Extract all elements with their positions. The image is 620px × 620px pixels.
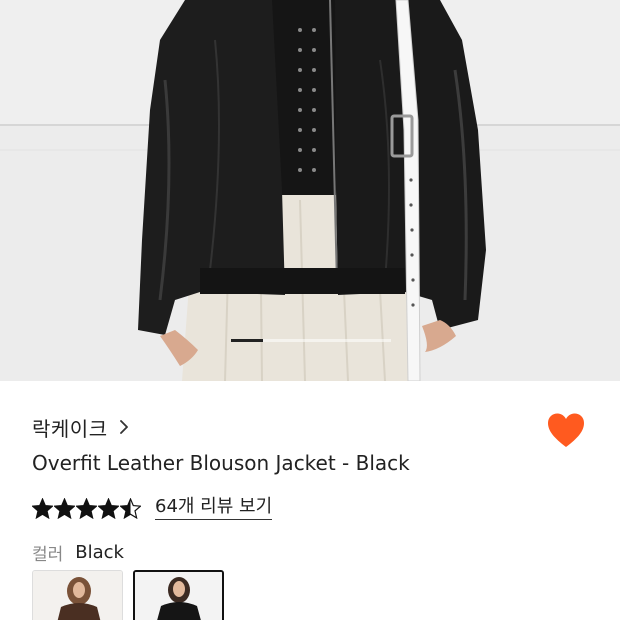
brand-name: 락케이크: [32, 416, 108, 441]
star-icon: [54, 497, 75, 519]
star-rating: [32, 497, 141, 519]
brown-jacket-thumbnail: [33, 571, 122, 620]
star-icon: [120, 497, 141, 519]
star-icon: [98, 497, 119, 519]
review-link[interactable]: 64개 리뷰 보기: [155, 496, 273, 520]
product-image-carousel[interactable]: [0, 0, 620, 381]
brand-link[interactable]: 락케이크: [32, 413, 130, 441]
color-label: 컬러: [32, 544, 64, 565]
color-selection: 컬러 Black: [32, 540, 124, 565]
chevron-right-icon: [119, 420, 128, 434]
product-title: Overfit Leather Blouson Jacket - Black: [32, 451, 410, 475]
color-value: Black: [75, 541, 124, 563]
pager-active-indicator: [231, 339, 263, 342]
color-option-black[interactable]: [133, 570, 224, 620]
product-photo: [0, 0, 620, 381]
color-options: [32, 570, 224, 620]
carousel-pager: [0, 339, 620, 343]
black-jacket-thumbnail: [135, 572, 222, 620]
rating-row: 64개 리뷰 보기: [32, 494, 273, 522]
star-icon: [76, 497, 97, 519]
heart-icon[interactable]: [546, 412, 586, 450]
color-option-brown[interactable]: [32, 570, 123, 620]
star-icon: [32, 497, 53, 519]
